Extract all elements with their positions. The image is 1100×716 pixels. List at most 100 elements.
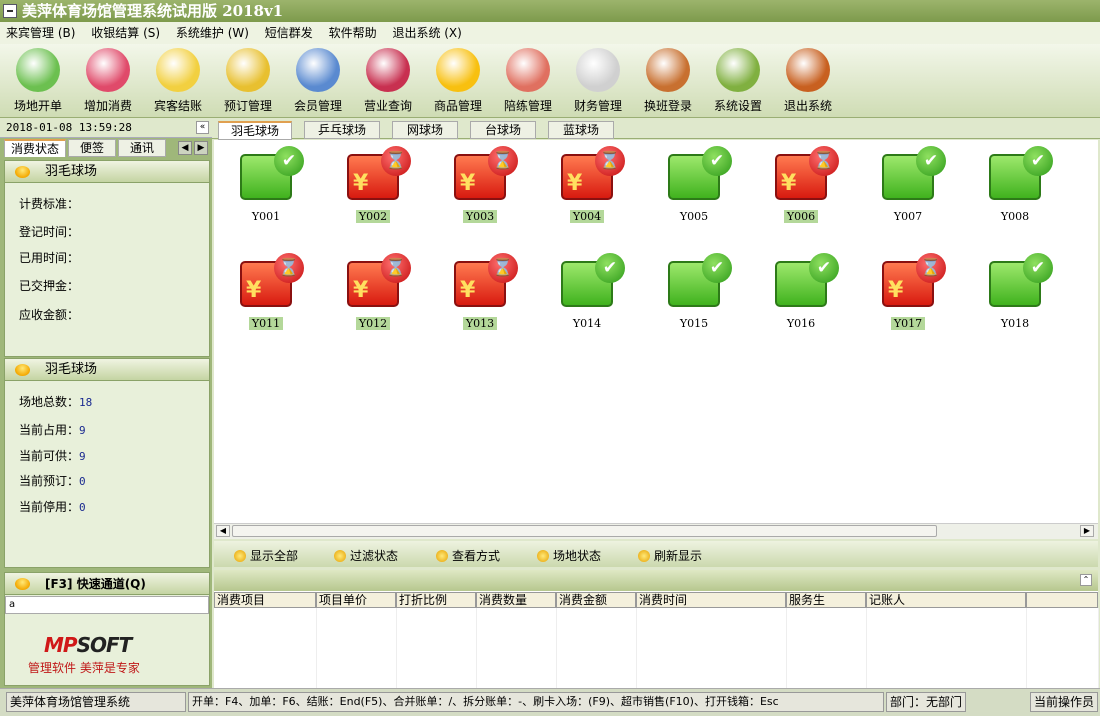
toolbar-button-10[interactable]: 系统设置 bbox=[703, 48, 773, 114]
court-Y004[interactable]: ¥ ⌛ Y004 bbox=[542, 146, 632, 223]
column-header[interactable]: 记账人 bbox=[866, 592, 1026, 608]
menu-guest[interactable]: 来宾管理 (B) bbox=[6, 22, 75, 44]
show-all-button[interactable]: 显示全部 bbox=[234, 547, 298, 564]
tab-notes[interactable]: 便签 bbox=[68, 139, 116, 157]
menu-help[interactable]: 软件帮助 bbox=[329, 22, 377, 44]
court-Y015[interactable]: ✔ Y015 bbox=[649, 253, 739, 330]
user-icon bbox=[16, 48, 60, 92]
court-Y012[interactable]: ¥ ⌛ Y012 bbox=[328, 253, 418, 330]
column-header[interactable]: 消费金额 bbox=[556, 592, 636, 608]
court-Y016[interactable]: ✔ Y016 bbox=[756, 253, 846, 330]
court-Y008[interactable]: ✔ Y008 bbox=[970, 146, 1060, 223]
court-Y005[interactable]: ✔ Y005 bbox=[649, 146, 739, 223]
court-Y003[interactable]: ¥ ⌛ Y003 bbox=[435, 146, 525, 223]
column-header[interactable] bbox=[1026, 592, 1098, 608]
tab-table-tennis[interactable]: 乒乓球场 bbox=[304, 121, 380, 139]
court-Y007[interactable]: ✔ Y007 bbox=[863, 146, 953, 223]
court-Y014[interactable]: ✔ Y014 bbox=[542, 253, 632, 330]
hourglass-icon: ⌛ bbox=[381, 253, 411, 283]
available-court-icon: ✔ bbox=[989, 253, 1053, 307]
court-label: Y001 bbox=[251, 210, 281, 223]
check-icon: ✔ bbox=[274, 146, 304, 176]
scrollbar-thumb[interactable] bbox=[232, 525, 937, 537]
toolbar-button-7[interactable]: 陪练管理 bbox=[493, 48, 563, 114]
column-divider bbox=[786, 608, 787, 688]
consumption-table: 消费项目 项目单价 打折比例 消费数量 消费金额 消费时间 服务生 记账人 bbox=[214, 591, 1099, 688]
court-Y011[interactable]: ¥ ⌛ Y011 bbox=[221, 253, 311, 330]
toolbar-label: 商品管理 bbox=[433, 99, 482, 113]
court-info-panel: 羽毛球场 计费标准： 登记时间： 已用时间： 已交押金： 应收金额： bbox=[4, 160, 210, 357]
scroll-right-button[interactable]: ▶ bbox=[1080, 525, 1094, 537]
toolbar-button-0[interactable]: 场地开单 bbox=[3, 48, 73, 114]
tab-basketball[interactable]: 蓝球场 bbox=[548, 121, 614, 139]
tab-tennis[interactable]: 网球场 bbox=[392, 121, 458, 139]
menu-maintenance[interactable]: 系统维护 (W) bbox=[176, 22, 249, 44]
court-status-button[interactable]: 场地状态 bbox=[537, 547, 601, 564]
slogan: 管理软件 美萍是专家 bbox=[28, 661, 140, 675]
view-mode-button[interactable]: 查看方式 bbox=[436, 547, 500, 564]
toolbar-button-11[interactable]: 退出系统 bbox=[773, 48, 843, 114]
occupied-court-icon: ¥ ⌛ bbox=[882, 253, 946, 307]
panel-title: [F3] 快速通道(Q) bbox=[45, 577, 146, 591]
court-Y018[interactable]: ✔ Y018 bbox=[970, 253, 1060, 330]
system-menu-icon[interactable] bbox=[3, 4, 17, 18]
toolbar-button-4[interactable]: 会员管理 bbox=[283, 48, 353, 114]
column-header[interactable]: 打折比例 bbox=[396, 592, 476, 608]
court-Y006[interactable]: ¥ ⌛ Y006 bbox=[756, 146, 846, 223]
yen-icon: ¥ bbox=[460, 278, 476, 303]
toolbar-label: 系统设置 bbox=[713, 99, 762, 113]
menu-exit[interactable]: 退出系统 (X) bbox=[392, 22, 461, 44]
column-header[interactable]: 消费数量 bbox=[476, 592, 556, 608]
filter-status-button[interactable]: 过滤状态 bbox=[334, 547, 398, 564]
court-Y013[interactable]: ¥ ⌛ Y013 bbox=[435, 253, 525, 330]
menu-cashier[interactable]: 收银结算 (S) bbox=[91, 22, 160, 44]
occupied-court-icon: ¥ ⌛ bbox=[454, 253, 518, 307]
toolbar-button-3[interactable]: 预订管理 bbox=[213, 48, 283, 114]
toolbar-button-2[interactable]: 宾客结账 bbox=[143, 48, 213, 114]
available-court-icon: ✔ bbox=[240, 146, 304, 200]
toolbar-button-1[interactable]: 增加消费 bbox=[73, 48, 143, 114]
stat-occupied: 当前占用：9 bbox=[19, 423, 86, 437]
column-header[interactable]: 消费时间 bbox=[636, 592, 786, 608]
quick-access-input[interactable]: a bbox=[5, 596, 209, 614]
yen-icon: ¥ bbox=[460, 171, 476, 196]
court-label: Y003 bbox=[462, 210, 498, 223]
hourglass-icon: ⌛ bbox=[274, 253, 304, 283]
tab-scroll-right-button[interactable]: ▶ bbox=[194, 141, 208, 155]
collapse-panel-button[interactable]: « bbox=[196, 121, 209, 134]
scroll-left-button[interactable]: ◀ bbox=[216, 525, 230, 537]
column-divider bbox=[556, 608, 557, 688]
toolbar-button-6[interactable]: 商品管理 bbox=[423, 48, 493, 114]
court-Y017[interactable]: ¥ ⌛ Y017 bbox=[863, 253, 953, 330]
toolbar-label: 营业查询 bbox=[363, 99, 412, 113]
stat-disabled: 当前停用：0 bbox=[19, 500, 86, 514]
column-header[interactable]: 服务生 bbox=[786, 592, 866, 608]
tab-badminton[interactable]: 羽毛球场 bbox=[218, 121, 292, 140]
column-header[interactable]: 消费项目 bbox=[214, 592, 316, 608]
toolbar-button-8[interactable]: 财务管理 bbox=[563, 48, 633, 114]
menu-sms[interactable]: 短信群发 bbox=[265, 22, 313, 44]
tab-contacts[interactable]: 通讯 bbox=[118, 139, 166, 157]
tab-scroll-left-button[interactable]: ◀ bbox=[178, 141, 192, 155]
tab-consumption-status[interactable]: 消费状态 bbox=[4, 139, 66, 157]
field-amount-due: 应收金额： bbox=[19, 308, 80, 322]
available-court-icon: ✔ bbox=[989, 146, 1053, 200]
venue-tabs: 羽毛球场 乒乓球场 网球场 台球场 蓝球场 bbox=[212, 118, 1100, 140]
check-icon: ✔ bbox=[595, 253, 625, 283]
court-Y002[interactable]: ¥ ⌛ Y002 bbox=[328, 146, 418, 223]
toolbar-button-5[interactable]: 营业查询 bbox=[353, 48, 423, 114]
button-icon bbox=[537, 550, 549, 562]
court-stats-header: 羽毛球场 bbox=[5, 359, 209, 381]
panel-title: 羽毛球场 bbox=[45, 164, 98, 179]
tab-billiards[interactable]: 台球场 bbox=[470, 121, 536, 139]
court-Y001[interactable]: ✔ Y001 bbox=[221, 146, 311, 223]
toolbar-button-9[interactable]: 换班登录 bbox=[633, 48, 703, 114]
check-icon: ✔ bbox=[702, 253, 732, 283]
column-divider bbox=[316, 608, 317, 688]
hourglass-icon: ⌛ bbox=[381, 146, 411, 176]
expand-icon[interactable]: ⌃ bbox=[1080, 574, 1092, 586]
refresh-button[interactable]: 刷新显示 bbox=[638, 547, 702, 564]
exit-door-person-icon bbox=[646, 48, 690, 92]
yen-icon: ¥ bbox=[246, 278, 262, 303]
column-header[interactable]: 项目单价 bbox=[316, 592, 396, 608]
